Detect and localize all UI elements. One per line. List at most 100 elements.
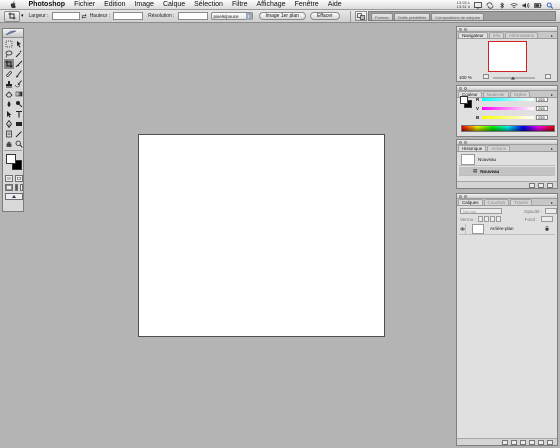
well-tab-compositions[interactable]: Compositions de calques [431, 13, 484, 20]
minimize-icon[interactable] [464, 194, 467, 198]
menu-selection[interactable]: Sélection [190, 0, 228, 10]
display-icon[interactable] [474, 1, 482, 9]
wifi-icon[interactable] [510, 2, 518, 9]
foreground-color-swatch[interactable] [6, 154, 16, 164]
tab-navigateur[interactable]: Navigateur [458, 32, 488, 38]
close-icon[interactable] [459, 194, 462, 198]
tab-calques[interactable]: Calques [458, 199, 483, 205]
marquee-tool-icon[interactable] [4, 39, 14, 49]
channel-b-value[interactable]: 255 [536, 115, 548, 120]
close-icon[interactable] [459, 86, 462, 90]
magic-wand-tool-icon[interactable] [14, 49, 24, 59]
crop-tool-icon[interactable] [4, 59, 14, 69]
eye-icon[interactable] [459, 223, 466, 234]
zoom-slider[interactable] [485, 76, 543, 80]
path-selection-tool-icon[interactable] [4, 109, 14, 119]
tab-traces[interactable]: Tracés [510, 199, 532, 205]
notes-tool-icon[interactable] [4, 129, 14, 139]
lock-transparency-icon[interactable] [477, 216, 483, 222]
channel-r-value[interactable]: 255 [536, 97, 548, 102]
history-brush-tool-icon[interactable] [14, 79, 24, 89]
menu-affichage[interactable]: Affichage [252, 0, 290, 10]
resolution-input[interactable] [177, 12, 208, 20]
palette-menu-icon[interactable]: ▸ [549, 92, 555, 97]
type-tool-icon[interactable] [14, 109, 24, 119]
jump-to-imageready-button[interactable] [5, 193, 23, 200]
menu-image[interactable]: Image [130, 0, 158, 10]
trash-icon[interactable] [547, 439, 553, 445]
tab-historique[interactable]: Historique [458, 145, 487, 151]
toolbox-header[interactable] [3, 29, 23, 38]
brush-tool-icon[interactable] [14, 69, 24, 79]
lock-brush-icon[interactable] [483, 216, 489, 222]
front-image-button[interactable]: Image 1er plan [258, 12, 306, 20]
clone-stamp-tool-icon[interactable] [4, 79, 14, 89]
volume-icon[interactable] [522, 2, 530, 9]
menu-calque[interactable]: Calque [158, 0, 189, 10]
layer-style-icon[interactable] [502, 439, 508, 445]
lock-all-icon[interactable] [495, 216, 501, 222]
menu-filtre[interactable]: Filtre [227, 0, 252, 10]
standard-mode-button[interactable] [5, 175, 13, 182]
resolution-unit-select[interactable]: pixels/pouce ⇕ [210, 12, 253, 20]
new-snapshot-icon[interactable] [538, 182, 544, 188]
clear-button[interactable]: Effacer [309, 12, 340, 20]
channel-v-slider[interactable] [482, 107, 534, 110]
menu-aide[interactable]: Aide [323, 0, 346, 10]
hauteur-input[interactable] [113, 12, 144, 20]
document-canvas[interactable] [138, 134, 385, 337]
tab-actions[interactable]: Actions [487, 145, 511, 151]
palette-menu-icon[interactable]: ▸ [549, 33, 555, 38]
minimize-icon[interactable] [464, 140, 467, 144]
bluetooth-icon[interactable] [498, 1, 506, 9]
lasso-tool-icon[interactable] [4, 49, 14, 59]
minimize-icon[interactable] [464, 86, 467, 90]
lock-move-icon[interactable] [489, 216, 495, 222]
navigator-view-box[interactable] [488, 41, 527, 72]
fill-field[interactable] [540, 216, 553, 222]
largeur-input[interactable] [51, 12, 80, 20]
palette-menu-icon[interactable]: ▸ [549, 146, 555, 151]
battery-icon[interactable] [534, 2, 542, 9]
zoom-tool-icon[interactable] [14, 139, 24, 149]
navigator-zoom-value[interactable]: 100 % [459, 75, 472, 80]
color-foreground-swatch[interactable] [460, 96, 468, 104]
apple-menu-icon[interactable] [8, 0, 18, 10]
tab-couches[interactable]: Couches [483, 199, 510, 205]
spotlight-icon[interactable] [546, 2, 554, 9]
channel-b-slider[interactable] [482, 116, 534, 119]
pen-tool-icon[interactable] [4, 119, 14, 129]
palette-menu-icon[interactable]: ▸ [549, 200, 555, 205]
healing-brush-tool-icon[interactable] [4, 69, 14, 79]
gradient-tool-icon[interactable] [14, 89, 24, 99]
close-icon[interactable] [459, 27, 462, 31]
layer-mask-icon[interactable] [511, 439, 517, 445]
dodge-tool-icon[interactable] [14, 99, 24, 109]
screen-mode-full-menu-button[interactable] [15, 184, 18, 191]
blend-mode-select[interactable]: Normal [460, 208, 502, 214]
swap-dimensions-icon[interactable]: ⇄ [82, 13, 87, 20]
new-layer-icon[interactable] [538, 439, 544, 445]
layer-set-icon[interactable] [520, 439, 526, 445]
screen-mode-standard-button[interactable] [5, 184, 13, 191]
chevron-down-icon[interactable]: ▾ [21, 13, 24, 19]
trash-icon[interactable] [547, 182, 553, 188]
shape-tool-icon[interactable] [14, 119, 24, 129]
new-document-from-state-icon[interactable] [529, 182, 535, 188]
history-state[interactable]: ▤ Nouveau [459, 167, 555, 176]
menu-fichier[interactable]: Fichier [70, 0, 100, 10]
well-tab-formes[interactable]: Formes [371, 13, 393, 20]
slice-tool-icon[interactable] [14, 59, 24, 69]
zoom-in-icon[interactable] [545, 74, 551, 79]
blur-tool-icon[interactable] [4, 99, 14, 109]
quick-mask-button[interactable] [15, 175, 23, 182]
hand-tool-icon[interactable] [4, 139, 14, 149]
eyedropper-tool-icon[interactable] [14, 129, 24, 139]
sync-icon[interactable] [486, 1, 494, 9]
layer-row-background[interactable]: Arrière-plan [459, 223, 555, 235]
tab-info[interactable]: Info [488, 32, 505, 38]
well-tab-outils[interactable]: Outils prédéfinis [393, 13, 431, 20]
history-snapshot[interactable]: Nouveau [459, 153, 555, 166]
channel-v-value[interactable]: 255 [536, 106, 548, 111]
eraser-tool-icon[interactable] [4, 89, 14, 99]
